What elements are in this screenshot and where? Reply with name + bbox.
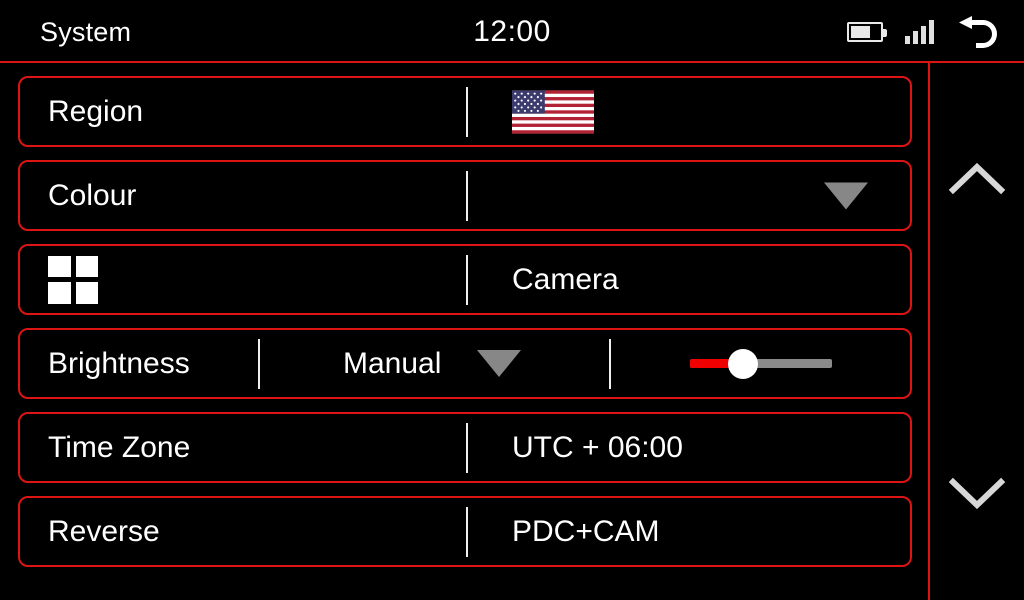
scroll-rail (928, 63, 1024, 600)
row-label-reverse: Reverse (48, 514, 160, 548)
grid-2x2-icon (48, 255, 98, 304)
settings-row-camera[interactable]: Camera (18, 244, 912, 315)
settings-list: Region Colour Camera Brightness Manual T… (0, 63, 928, 600)
battery-fill (851, 26, 870, 38)
settings-row-region[interactable]: Region (18, 76, 912, 147)
status-bar: System 12:00 (0, 0, 1024, 63)
grid-cell-3 (48, 282, 71, 304)
brightness-slider[interactable] (689, 348, 832, 379)
row-value-region[interactable] (468, 78, 910, 145)
battery-icon (847, 22, 887, 42)
slider-thumb[interactable] (728, 348, 759, 379)
settings-row-reverse[interactable]: Reverse PDC+CAM (18, 496, 912, 567)
row-value-camera[interactable]: Camera (468, 246, 910, 313)
settings-row-timezone[interactable]: Time Zone UTC + 06:00 (18, 412, 912, 483)
row-label-region: Region (48, 94, 144, 128)
row-value-timezone[interactable]: UTC + 06:00 (468, 414, 910, 481)
settings-row-colour[interactable]: Colour (18, 160, 912, 231)
grid-cell-4 (75, 282, 98, 304)
chevron-up-icon[interactable] (949, 161, 1005, 195)
brightness-mode-dropdown[interactable]: Manual (260, 330, 609, 397)
brightness-mode-value: Manual (343, 346, 442, 380)
signal-bar-4 (929, 20, 934, 44)
signal-bars-icon (905, 20, 934, 44)
signal-bar-1 (905, 36, 910, 44)
brightness-slider-area[interactable] (611, 330, 910, 397)
status-icon-group (847, 14, 1000, 50)
chevron-down-icon[interactable] (949, 477, 1005, 511)
row-label-brightness: Brightness (48, 346, 190, 380)
settings-row-brightness[interactable]: Brightness Manual (18, 328, 912, 399)
row-value-reverse[interactable]: PDC+CAM (468, 498, 910, 565)
grid-cell-2 (75, 255, 98, 277)
signal-bar-2 (913, 31, 918, 44)
back-arrow-icon[interactable] (956, 14, 1000, 50)
chevron-down-icon[interactable] (477, 350, 522, 377)
row-label-colour: Colour (48, 178, 137, 212)
infotainment-screen: System 12:00 Region Colour Camera Bright… (0, 0, 1024, 600)
chevron-down-icon[interactable] (824, 182, 868, 209)
row-value-colour[interactable] (468, 162, 910, 229)
grid-cell-1 (48, 255, 71, 277)
row-label-camera (20, 246, 466, 313)
us-flag-icon (512, 89, 594, 134)
row-label-timezone: Time Zone (48, 430, 191, 464)
signal-bar-3 (921, 26, 926, 44)
